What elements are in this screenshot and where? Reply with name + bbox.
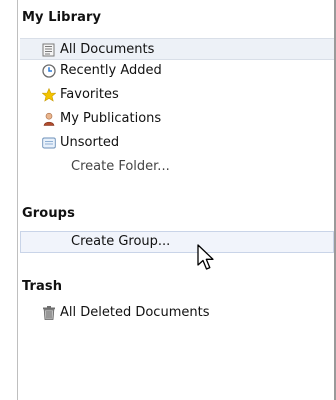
sidebar-item-unsorted[interactable]: Unsorted xyxy=(34,132,334,154)
trash-heading[interactable]: Trash xyxy=(22,279,62,294)
groups-heading[interactable]: Groups xyxy=(22,206,75,221)
sidebar-item-recently-added[interactable]: Recently Added xyxy=(34,60,334,82)
mouse-pointer-icon xyxy=(197,244,214,270)
sidebar-item-my-publications[interactable]: My Publications xyxy=(34,108,334,130)
create-group-button[interactable]: Create Group... xyxy=(20,231,334,253)
sidebar-item-label: All Deleted Documents xyxy=(60,305,210,320)
sidebar-item-label: Recently Added xyxy=(60,63,162,78)
my-library-heading[interactable]: My Library xyxy=(22,10,101,25)
clock-icon xyxy=(42,64,56,78)
sidebar-item-label: My Publications xyxy=(60,111,162,126)
sidebar-item-all-deleted-documents[interactable]: All Deleted Documents xyxy=(34,302,334,324)
star-icon xyxy=(42,88,56,102)
sidebar-item-label: All Documents xyxy=(60,42,155,57)
sidebar-item-favorites[interactable]: Favorites xyxy=(34,84,334,106)
person-icon xyxy=(43,112,55,126)
library-sidebar: My Library All Documents Recently Added … xyxy=(0,0,336,400)
inbox-icon xyxy=(42,137,56,149)
create-group-label: Create Group... xyxy=(71,234,171,249)
sidebar-item-label: Favorites xyxy=(60,87,119,102)
sidebar-item-all-documents[interactable]: All Documents xyxy=(20,38,334,60)
trash-icon xyxy=(43,306,55,320)
documents-icon xyxy=(42,43,55,57)
sidebar-item-label: Unsorted xyxy=(60,135,120,150)
create-folder-button[interactable]: Create Folder... xyxy=(71,156,334,178)
